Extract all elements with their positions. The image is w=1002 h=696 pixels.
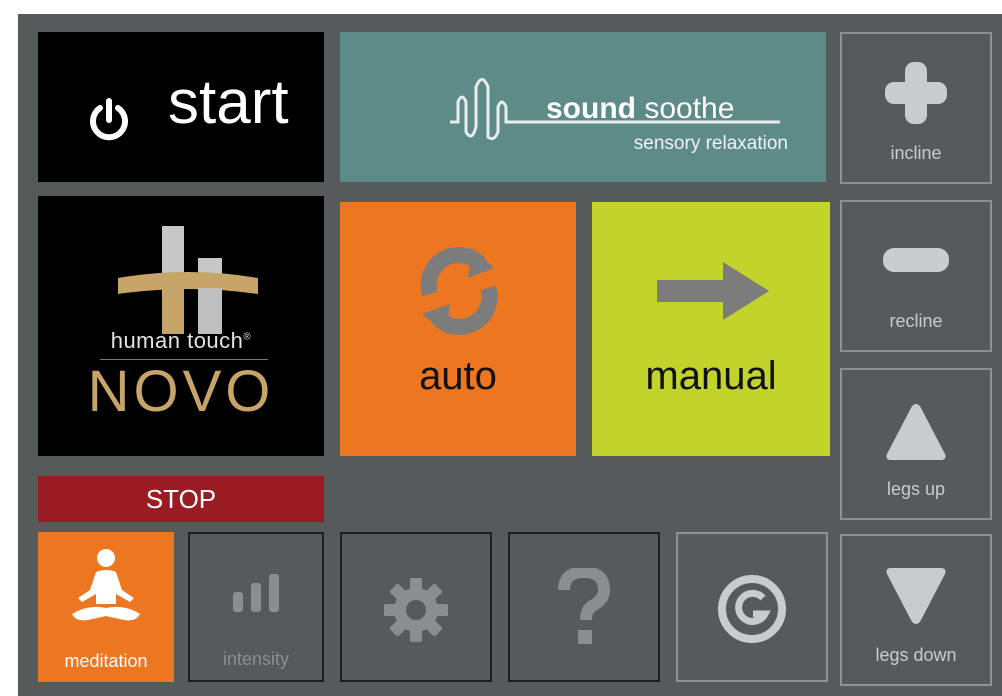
intensity-label: intensity	[222, 649, 290, 669]
triangle-down-icon	[886, 568, 946, 624]
brand-logo: human touch® NOVO	[38, 196, 324, 456]
meditation-icon	[72, 549, 140, 621]
arrow-right-icon	[657, 262, 769, 320]
meditation-button[interactable]: meditation	[38, 532, 174, 682]
settings-button[interactable]	[340, 532, 492, 682]
incline-button[interactable]: incline	[840, 32, 992, 184]
minus-icon	[883, 248, 949, 272]
auto-label: auto	[419, 354, 497, 398]
sound-soothe-title: sound soothe	[546, 92, 735, 125]
start-label: start	[168, 68, 289, 137]
legs-up-button[interactable]: legs up	[840, 368, 992, 520]
triangle-up-icon	[886, 404, 946, 460]
question-icon	[558, 568, 611, 644]
sound-soothe-button[interactable]: sound soothe sensory relaxation	[340, 32, 826, 182]
legs-down-label: legs down	[875, 645, 957, 665]
auto-button[interactable]: auto	[340, 202, 576, 456]
recline-label: recline	[889, 311, 943, 331]
gear-icon	[384, 578, 448, 642]
brand-model: NOVO	[87, 359, 275, 424]
incline-label: incline	[890, 143, 942, 163]
legs-up-label: legs up	[886, 479, 946, 499]
power-icon	[90, 98, 128, 141]
stop-button[interactable]: STOP	[38, 476, 324, 522]
intensity-button[interactable]: intensity	[188, 532, 324, 682]
manual-button[interactable]: manual	[592, 202, 830, 456]
legs-down-button[interactable]: legs down	[840, 534, 992, 686]
g-mode-button[interactable]	[676, 532, 828, 682]
intensity-bars-icon	[233, 574, 279, 612]
help-button[interactable]	[508, 532, 660, 682]
start-button[interactable]: start	[38, 32, 324, 182]
g-circle-icon	[718, 575, 786, 643]
human-touch-logo-mark	[118, 226, 258, 334]
refresh-icon	[420, 247, 498, 335]
manual-label: manual	[645, 354, 777, 398]
brand-name: human touch®	[110, 328, 252, 353]
plus-icon	[885, 62, 947, 124]
control-panel: start human touch® NOVO STOP sound sooth…	[18, 14, 1002, 696]
meditation-label: meditation	[64, 651, 148, 671]
recline-button[interactable]: recline	[840, 200, 992, 352]
sound-soothe-subtitle: sensory relaxation	[633, 133, 788, 154]
